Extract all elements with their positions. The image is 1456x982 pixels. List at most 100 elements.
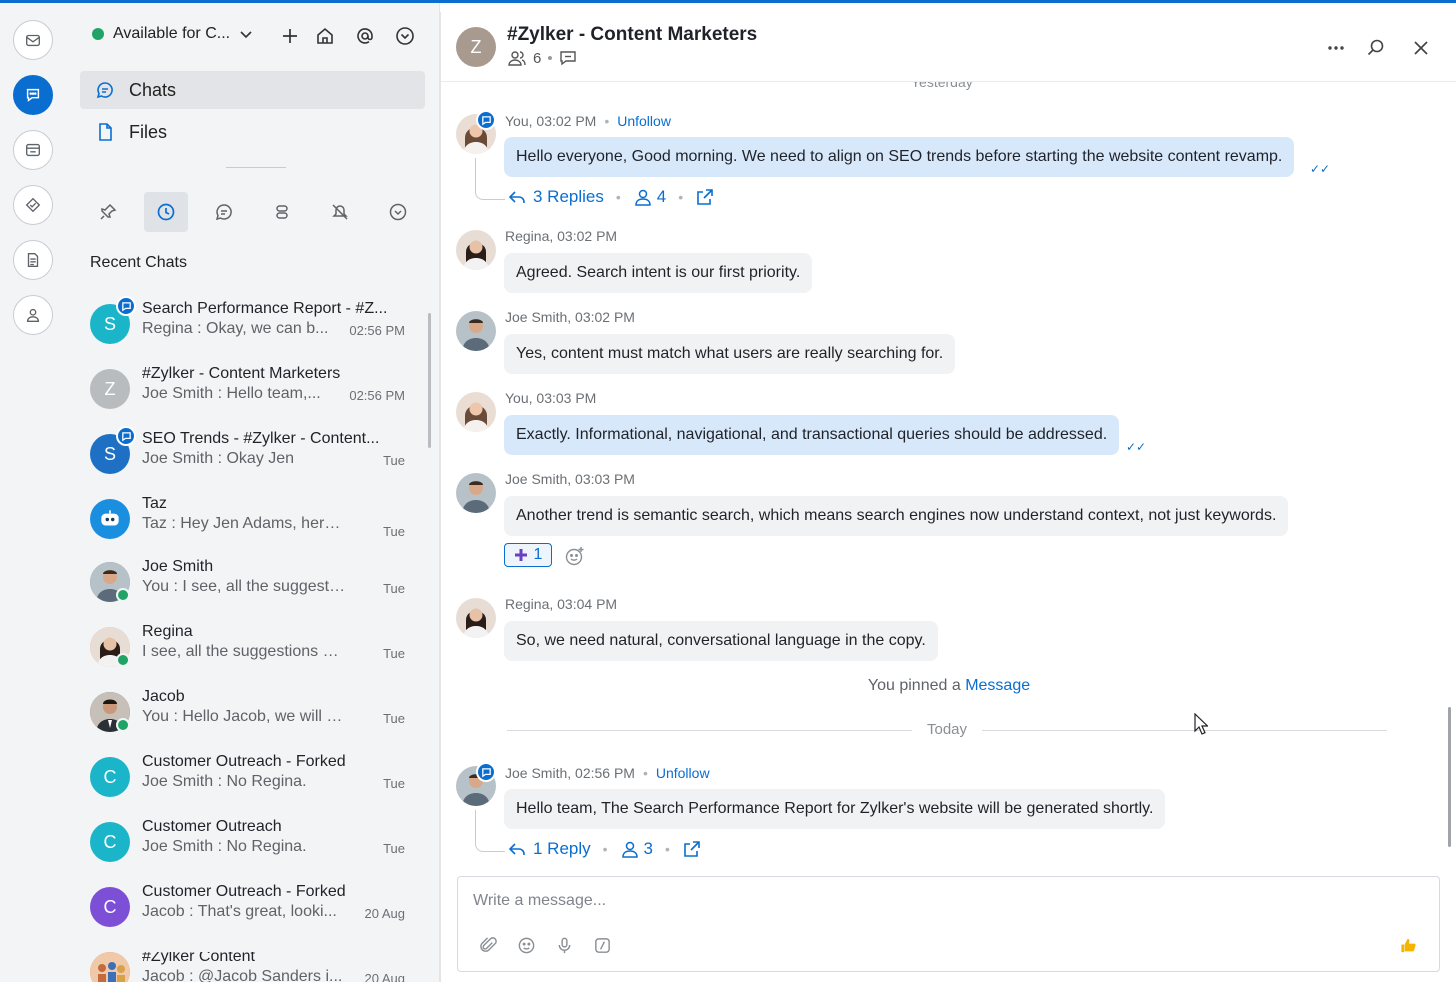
status-dot (92, 28, 104, 40)
replies-link[interactable]: 1 Reply (533, 839, 591, 859)
avatar (456, 392, 496, 432)
close-icon[interactable] (1409, 36, 1433, 60)
unfollow-link[interactable]: Unfollow (617, 113, 671, 129)
microphone-icon[interactable] (552, 933, 576, 957)
status-label: Available for C... (113, 25, 231, 42)
pinned-message-link[interactable]: Message (965, 677, 1030, 694)
workdrive-icon[interactable] (13, 130, 53, 170)
slash-command-icon[interactable] (590, 933, 614, 957)
message-sender: Regina, 03:04 PM (505, 596, 618, 612)
emoji-icon[interactable] (514, 933, 538, 957)
message-bubble[interactable]: Hello everyone, Good morning. We need to… (504, 137, 1295, 177)
conversations-icon[interactable] (202, 192, 246, 232)
read-receipt-icon: ✓✓ (1310, 162, 1331, 176)
message-bubble[interactable]: Exactly. Informational, navigational, an… (504, 415, 1120, 455)
status-selector[interactable]: Available for C... (92, 25, 254, 43)
sidebar-divider (226, 167, 286, 168)
chat-list-item[interactable]: Jacob You : Hello Jacob, we will hav... … (90, 688, 410, 752)
participant-count[interactable]: 4 (657, 187, 666, 207)
avatar (456, 311, 496, 351)
bot-avatar-icon (90, 499, 130, 539)
message-bubble[interactable]: Hello team, The Search Performance Repor… (504, 789, 1166, 829)
reaction-chip[interactable]: 1 (504, 543, 552, 567)
chat-list-item[interactable]: #Zylker Content Jacob : @Jacob Sanders i… (90, 952, 410, 982)
chat-list-item[interactable]: Taz Taz : Hey Jen Adams, here's y... Tue (90, 495, 410, 559)
replies-link[interactable]: 3 Replies (533, 187, 604, 207)
participant-count[interactable]: 3 (644, 839, 653, 859)
open-thread-icon[interactable] (682, 839, 702, 859)
chat-filters (86, 192, 426, 232)
bots-icon[interactable] (260, 192, 304, 232)
member-count[interactable]: 6 (533, 50, 541, 67)
open-thread-icon[interactable] (695, 187, 715, 207)
add-reaction-icon[interactable] (564, 545, 586, 567)
channel-avatar: Z (456, 27, 496, 67)
chat-preview: I see, all the suggestions will i... (142, 643, 346, 660)
chat-list-item[interactable]: S Search Performance Report - #Z... Regi… (90, 296, 410, 364)
conversation-panel: Z #Zylker - Content Marketers 6 • Yester… (440, 12, 1456, 982)
avatar: C (90, 887, 130, 927)
message-bubble[interactable]: Another trend is semantic search, which … (504, 496, 1289, 536)
avatar: C (90, 822, 130, 862)
pinned-prefix: You pinned a (867, 677, 961, 694)
chat-time: Tue (383, 524, 405, 539)
mail-icon[interactable] (13, 20, 53, 60)
add-icon[interactable] (278, 24, 302, 48)
attachment-icon[interactable] (476, 933, 500, 957)
date-divider-today: Today (507, 720, 1387, 740)
pinned-notice: You pinned a Message (441, 677, 1456, 695)
more-options-icon[interactable] (1324, 36, 1348, 60)
contacts-icon[interactable] (13, 295, 53, 335)
more-circle-icon[interactable] (393, 24, 417, 48)
message-sender: Regina, 03:02 PM (505, 228, 618, 244)
avatar (456, 598, 496, 638)
chat-preview: Jacob : @Jacob Sanders i... (142, 968, 343, 982)
members-icon[interactable] (507, 49, 527, 67)
chat-preview: You : I see, all the suggestion... (142, 578, 346, 595)
tasks-icon[interactable] (13, 185, 53, 225)
mouse-cursor-icon (1194, 713, 1208, 735)
home-icon[interactable] (313, 24, 337, 48)
search-icon[interactable] (1364, 36, 1388, 60)
message-composer (457, 876, 1440, 972)
chat-name: SEO Trends - #Zylker - Content... (142, 430, 380, 447)
more-filters-icon[interactable] (376, 192, 420, 232)
chat-list-item[interactable]: C Customer Outreach - Forked Joe Smith :… (90, 753, 410, 817)
conversation-header: Z #Zylker - Content Marketers 6 • (441, 12, 1456, 82)
chat-preview: Jacob : That's great, looki... (142, 903, 337, 920)
chat-name: #Zylker Content (142, 952, 255, 965)
notes-icon[interactable] (13, 240, 53, 280)
muted-icon[interactable] (318, 192, 362, 232)
avatar: C (90, 757, 130, 797)
sidebar-scrollbar[interactable] (428, 313, 431, 448)
sidebar: Available for C... Chats Files Recent Ch… (66, 3, 440, 982)
message-bubble[interactable]: Yes, content must match what users are r… (504, 334, 956, 374)
chat-list-item[interactable]: C Customer Outreach Joe Smith : No Regin… (90, 818, 410, 882)
chat-list-item[interactable]: S SEO Trends - #Zylker - Content... Joe … (90, 426, 410, 494)
pin-icon[interactable] (86, 192, 130, 232)
chat-list-item[interactable]: Z #Zylker - Content Marketers Joe Smith … (90, 365, 410, 429)
thread-badge-icon (116, 296, 136, 316)
mentions-icon[interactable] (353, 24, 377, 48)
thumbs-up-icon[interactable] (1396, 933, 1420, 957)
channel-info-chat-icon[interactable] (559, 49, 577, 67)
online-status-dot (116, 653, 130, 667)
message-input[interactable] (473, 889, 1373, 913)
chat-list-item[interactable]: Joe Smith You : I see, all the suggestio… (90, 558, 410, 622)
chat-time: 02:56 PM (349, 323, 405, 338)
feed-scrollbar[interactable] (1448, 707, 1451, 847)
cliq-chat-icon[interactable] (13, 75, 53, 115)
chat-list-item[interactable]: C Customer Outreach - Forked Jacob : Tha… (90, 883, 410, 947)
message-feed: Yesterday You, 03:02 PM • Unfollow Hello e… (441, 82, 1456, 872)
nav-chats[interactable]: Chats (80, 71, 425, 109)
thread-badge-icon (476, 110, 496, 130)
message-bubble[interactable]: Agreed. Search intent is our first prior… (504, 253, 813, 293)
recent-clock-icon[interactable] (144, 192, 188, 232)
unfollow-link[interactable]: Unfollow (656, 765, 710, 781)
message-meta: You, 03:02 PM • Unfollow (505, 113, 671, 129)
message-bubble[interactable]: So, we need natural, conversational lang… (504, 621, 938, 661)
channel-title[interactable]: #Zylker - Content Marketers (507, 24, 757, 46)
chat-list-item[interactable]: Regina I see, all the suggestions will i… (90, 623, 410, 687)
nav-files[interactable]: Files (80, 113, 425, 151)
chat-name: #Zylker - Content Marketers (142, 365, 341, 382)
